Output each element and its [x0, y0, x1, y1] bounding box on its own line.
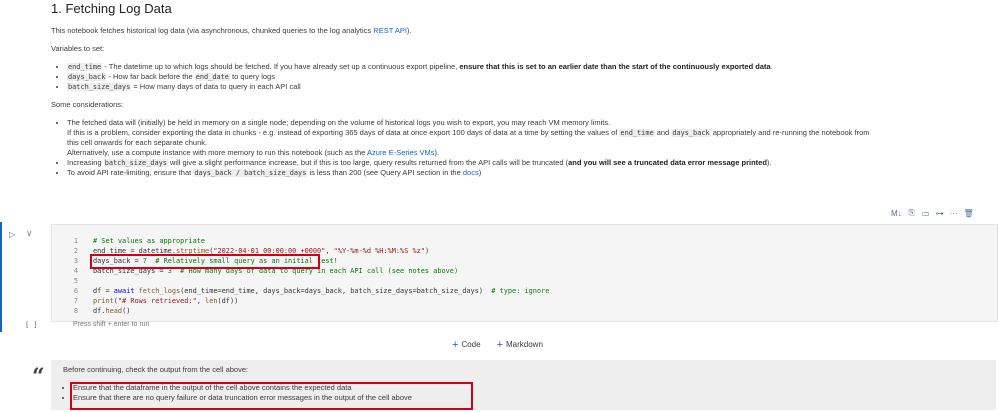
consideration-batch-size: Increasing batch_size_days will give a s… [67, 158, 981, 168]
variable-days-back: days_back - How far back before the end_… [67, 72, 981, 82]
variable-batch-size: batch_size_days = How many days of data … [67, 82, 981, 92]
code-token: df. [93, 307, 106, 315]
line-number: 7 [73, 297, 78, 305]
plus-icon: + [452, 339, 459, 351]
delete-cell-icon[interactable]: 🗑 [964, 209, 974, 218]
split-icon[interactable]: ⎘ [908, 208, 916, 218]
code-token: () [122, 307, 131, 315]
markdown-cell[interactable]: 1. Fetching Log Data This notebook fetch… [51, 0, 981, 186]
section-heading: 1. Fetching Log Data [51, 1, 172, 16]
code-token: head [105, 307, 123, 315]
plus-icon: + [496, 339, 503, 351]
code-token: len [205, 297, 218, 305]
code-token: "# Rows retrieved:" [117, 297, 197, 305]
quote-intro: Before continuing, check the output from… [63, 365, 249, 374]
docs-link[interactable]: docs [463, 168, 479, 177]
add-markdown-button[interactable]: + Markdown [497, 339, 543, 351]
split-cell-icon[interactable]: ⊶ [936, 209, 944, 218]
active-cell-indicator [0, 222, 2, 332]
line-number: 6 [73, 287, 78, 295]
highlight-box-code [90, 254, 320, 269]
code-lines[interactable]: 1 # Set values as appropriate 2 end_time = … [58, 236, 550, 316]
more-actions-icon[interactable]: ··· [950, 209, 958, 218]
code-line[interactable]: 5 [58, 276, 549, 286]
consideration-memory: The fetched data will (initially) be hel… [67, 118, 981, 158]
line-number: 4 [73, 267, 78, 275]
intro-paragraph: This notebook fetches historical log dat… [51, 26, 412, 35]
code-line[interactable]: 8 df.head() [58, 306, 549, 316]
code-line[interactable]: 7 print("# Rows retrieved:", len(df)) [58, 296, 549, 306]
quote-icon: “ [32, 364, 45, 390]
line-number: 3 [73, 257, 78, 265]
code-token: , [196, 297, 206, 305]
code-token: "%Y-%m-%d %H:%M:%S %z" [333, 247, 425, 255]
line-number: 2 [73, 247, 78, 255]
consideration-rate-limit: To avoid API rate-limiting, ensure that … [67, 168, 981, 178]
code-token: df = [93, 287, 114, 295]
highlight-box-quote [70, 382, 473, 410]
add-cell-bar: + Code + Markdown [452, 339, 543, 351]
execution-count: [ ] [25, 321, 38, 329]
rest-api-link[interactable]: REST API [373, 26, 407, 35]
considerations-list: The fetched data will (initially) be hel… [51, 118, 981, 178]
code-token: ) [424, 247, 430, 255]
collapse-cell-icon[interactable]: ∨ [26, 228, 33, 239]
azure-vm-link[interactable]: Azure E-Series VMs [367, 148, 435, 157]
line-number: 1 [73, 237, 78, 245]
line-number: 8 [73, 307, 78, 315]
comment-icon[interactable]: ▭ [922, 209, 930, 218]
run-cell-icon[interactable]: ▷ [9, 230, 15, 239]
considerations-label: Some considerations: [51, 100, 124, 109]
code-token: , [325, 247, 334, 255]
code-line[interactable]: 6 df = await fetch_logs(end_time=end_time… [58, 286, 550, 296]
code-token: print [93, 297, 114, 305]
code-token: # type: ignore [491, 287, 550, 295]
run-hint: Press shift + enter to run [73, 321, 150, 328]
code-token: await [113, 287, 135, 295]
code-line[interactable]: 1 # Set values as appropriate [58, 236, 549, 246]
variables-label: Variables to set: [51, 44, 105, 53]
code-token: (df)) [217, 297, 239, 305]
code-token: (end_time=end_time, days_back=days_back,… [180, 287, 492, 295]
line-number: 5 [73, 277, 78, 285]
add-code-button[interactable]: + Code [452, 339, 481, 351]
markdown-toggle-icon[interactable]: M↓ [891, 209, 902, 218]
code-token: # Set values as appropriate [93, 237, 206, 245]
cell-toolbar: M↓ ⎘ ▭ ⊶ ··· 🗑 [891, 205, 974, 221]
variables-list: end_time - The datetime up to which logs… [51, 62, 981, 92]
code-token: fetch_logs [138, 287, 181, 295]
notebook-page: 1. Fetching Log Data This notebook fetch… [0, 0, 999, 412]
variable-end-time: end_time - The datetime up to which logs… [67, 62, 981, 72]
